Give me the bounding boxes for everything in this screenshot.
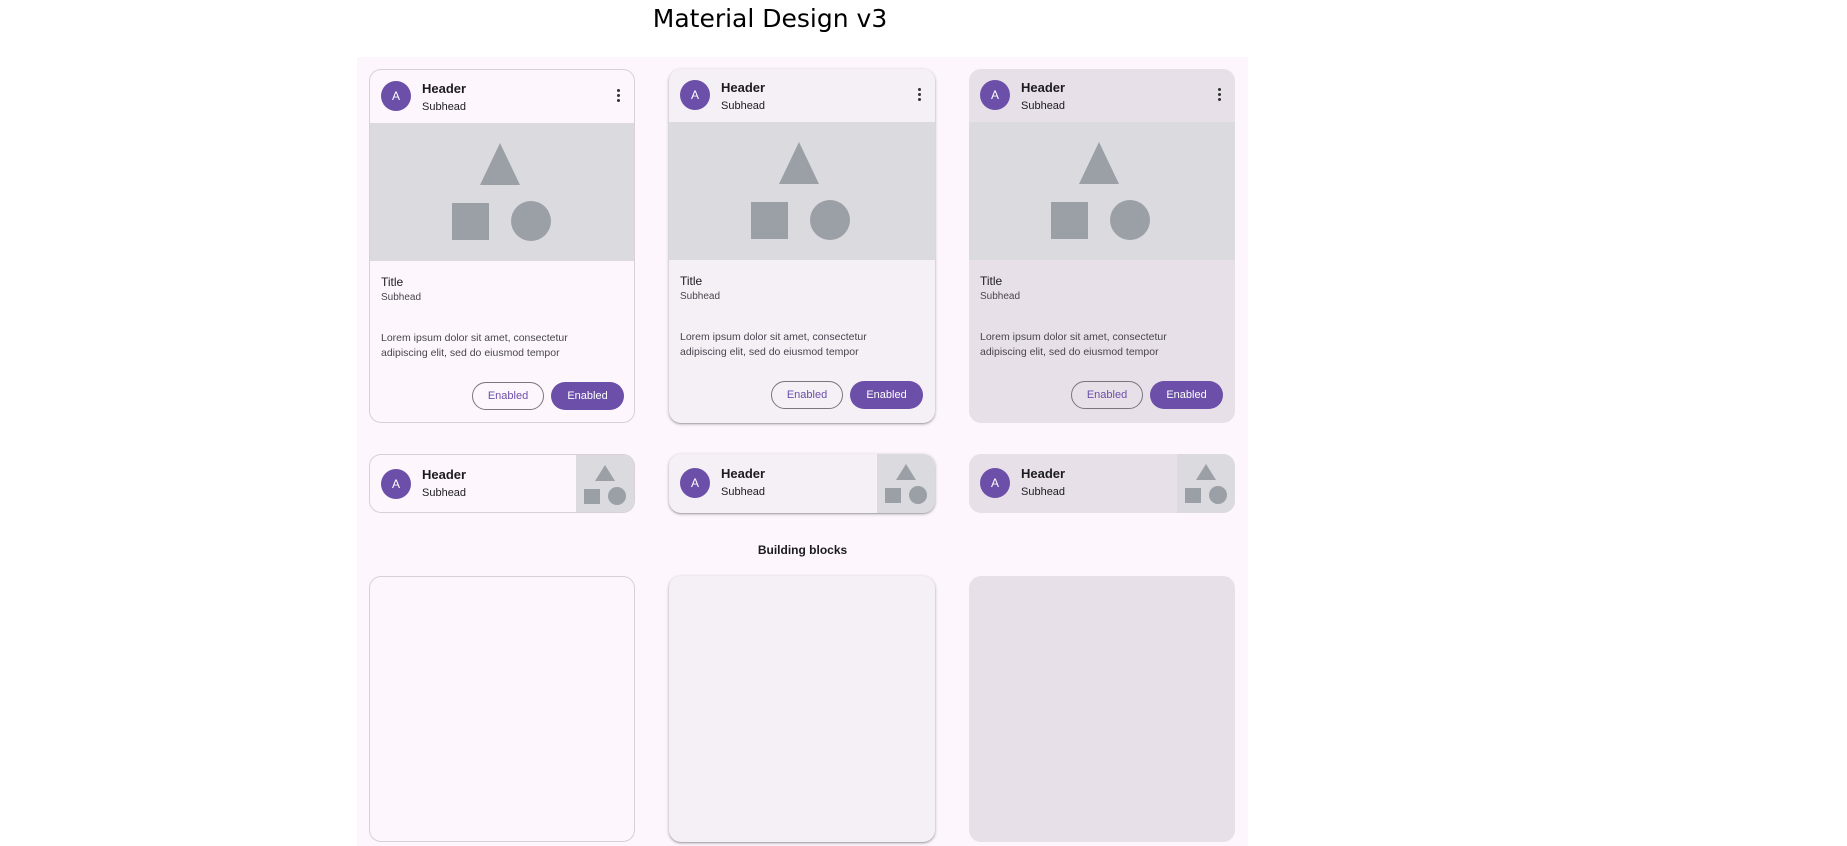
thumbnail xyxy=(576,455,634,512)
shapes-illustration xyxy=(452,143,551,241)
block-card-outlined[interactable] xyxy=(369,576,635,842)
avatar: A xyxy=(680,80,710,110)
filled-button[interactable]: Enabled xyxy=(551,382,624,410)
avatar: A xyxy=(381,81,411,111)
media-placeholder xyxy=(669,122,935,260)
outlined-button[interactable]: Enabled xyxy=(771,381,843,409)
list-card-header: Header xyxy=(422,467,467,482)
outlined-button[interactable]: Enabled xyxy=(1071,381,1143,409)
thumbnail xyxy=(877,454,935,513)
list-card-subhead: Subhead xyxy=(721,486,766,498)
shapes-thumbnail xyxy=(1185,464,1227,504)
card-header-subhead: Subhead xyxy=(721,100,766,112)
card-header-title: Header xyxy=(1021,80,1066,95)
page-title: Material Design v3 xyxy=(652,4,888,33)
card-title: Title xyxy=(381,275,404,289)
cards-panel: A Header Subhead Title Subhead Lorem ips… xyxy=(357,57,1248,846)
card-header: A Header Subhead xyxy=(370,70,634,123)
card-header-subhead: Subhead xyxy=(1021,100,1066,112)
list-card-header: Header xyxy=(721,466,766,481)
media-placeholder xyxy=(370,123,634,261)
list-card-elevated[interactable]: A Header Subhead xyxy=(669,454,935,513)
shapes-thumbnail xyxy=(885,464,927,504)
shapes-illustration xyxy=(1051,142,1150,240)
card-header-title: Header xyxy=(422,81,467,96)
avatar: A xyxy=(980,468,1010,498)
media-placeholder xyxy=(969,122,1235,260)
filled-button[interactable]: Enabled xyxy=(1150,381,1223,409)
card-header: A Header Subhead xyxy=(969,69,1235,122)
avatar: A xyxy=(980,80,1010,110)
card-body-text: Lorem ipsum dolor sit amet, consectetur … xyxy=(381,332,568,359)
card-title: Title xyxy=(980,274,1003,288)
card-header: A Header Subhead xyxy=(669,69,935,122)
list-card-filled[interactable]: A Header Subhead xyxy=(969,454,1235,513)
shapes-illustration xyxy=(751,142,850,240)
avatar: A xyxy=(381,469,411,499)
card-body-text: Lorem ipsum dolor sit amet, consectetur … xyxy=(980,331,1167,358)
list-card-outlined[interactable]: A Header Subhead xyxy=(369,454,635,513)
list-card-subhead: Subhead xyxy=(1021,486,1066,498)
card-subhead: Subhead xyxy=(980,291,1021,302)
card-header-subhead: Subhead xyxy=(422,101,467,113)
avatar: A xyxy=(680,468,710,498)
card-body-text: Lorem ipsum dolor sit amet, consectetur … xyxy=(680,331,867,358)
more-vert-icon[interactable] xyxy=(612,88,624,104)
more-vert-icon[interactable] xyxy=(913,87,925,103)
media-card-elevated[interactable]: A Header Subhead Title Subhead Lorem ips… xyxy=(669,69,935,423)
list-card-subhead: Subhead xyxy=(422,487,467,499)
card-subhead: Subhead xyxy=(680,291,721,302)
filled-button[interactable]: Enabled xyxy=(850,381,923,409)
media-card-outlined[interactable]: A Header Subhead Title Subhead Lorem ips… xyxy=(369,69,635,423)
thumbnail xyxy=(1177,454,1235,513)
block-card-filled[interactable] xyxy=(969,576,1235,842)
shapes-thumbnail xyxy=(584,465,626,505)
block-card-elevated[interactable] xyxy=(669,576,935,842)
card-subhead: Subhead xyxy=(381,292,422,303)
list-card-header: Header xyxy=(1021,466,1066,481)
media-card-filled[interactable]: A Header Subhead Title Subhead Lorem ips… xyxy=(969,69,1235,423)
more-vert-icon[interactable] xyxy=(1213,87,1225,103)
card-title: Title xyxy=(680,274,703,288)
card-header-title: Header xyxy=(721,80,766,95)
building-blocks-heading: Building blocks xyxy=(757,543,848,557)
outlined-button[interactable]: Enabled xyxy=(472,382,544,410)
